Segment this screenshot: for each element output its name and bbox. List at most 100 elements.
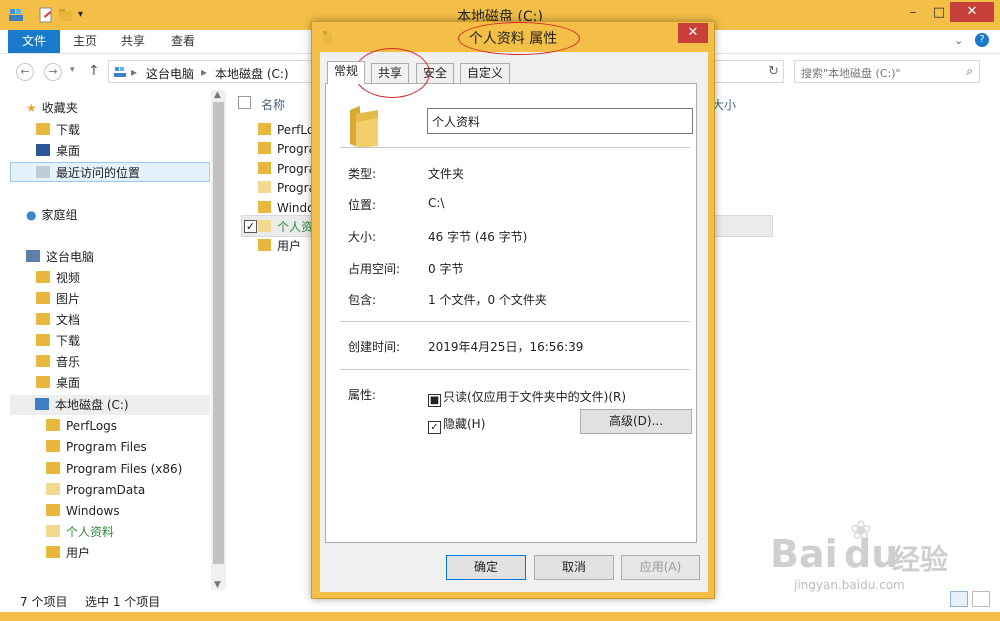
recent-locations-icon[interactable]: ▾: [70, 65, 75, 75]
folder-icon: [46, 546, 60, 558]
details-view-icon[interactable]: [950, 591, 968, 607]
ok-button[interactable]: 确定: [446, 555, 526, 580]
file-name: 用户: [277, 239, 302, 253]
nav-homegroup[interactable]: ● 家庭组: [26, 205, 78, 225]
column-name[interactable]: 名称: [261, 96, 285, 113]
nav-label: PerfLogs: [66, 419, 118, 433]
divider: [340, 369, 690, 370]
breadcrumb-separator: ▸: [131, 65, 138, 79]
back-arrow-icon[interactable]: ←: [16, 63, 34, 81]
nav-program-files-x86[interactable]: Program Files (x86): [46, 459, 182, 479]
scroll-up-icon[interactable]: ▲: [214, 90, 221, 100]
tab-general[interactable]: 常规: [327, 61, 366, 84]
nav-drive-c[interactable]: 本地磁盘 (C:): [10, 395, 210, 415]
nav-desktop[interactable]: 桌面: [36, 141, 80, 161]
nav-this-pc[interactable]: 这台电脑: [26, 247, 94, 267]
nav-recent[interactable]: 最近访问的位置: [10, 162, 210, 182]
nav-desktop-pc[interactable]: 桌面: [36, 373, 80, 393]
file-row[interactable]: Progra: [258, 139, 316, 159]
nav-label: 桌面: [56, 144, 81, 158]
hidden-folder-icon: [258, 220, 271, 232]
nav-label: 用户: [66, 546, 91, 560]
ribbon-tab-view[interactable]: 查看: [171, 30, 195, 53]
file-name: Windo: [277, 201, 315, 215]
nav-personal[interactable]: 个人资料: [46, 522, 114, 542]
contains-value: 1 个文件，0 个文件夹: [428, 293, 547, 307]
dialog-close-button[interactable]: ✕: [678, 23, 708, 43]
nav-programdata[interactable]: ProgramData: [46, 480, 145, 500]
select-all-checkbox[interactable]: [238, 96, 251, 109]
nav-label: Program Files: [66, 440, 147, 454]
hidden-checkbox[interactable]: ✓ 隐藏(H): [428, 415, 485, 434]
hidden-box[interactable]: ✓: [428, 421, 441, 434]
computer-icon: [26, 250, 40, 262]
nav-videos[interactable]: 视频: [36, 268, 80, 288]
up-arrow-icon[interactable]: ↑: [88, 63, 100, 79]
desktop-folder-icon: [36, 376, 50, 388]
cancel-button[interactable]: 取消: [534, 555, 614, 580]
file-row[interactable]: Progra: [258, 178, 316, 198]
nav-pictures[interactable]: 图片: [36, 289, 80, 309]
breadcrumb-separator: ▸: [201, 65, 208, 79]
file-row-selected[interactable]: 个人资: [258, 217, 313, 237]
nav-label: 收藏夹: [41, 101, 78, 115]
watermark-brand-cn: 经验: [892, 543, 949, 576]
nav-label: 最近访问的位置: [56, 166, 141, 180]
file-row[interactable]: PerfLo: [258, 120, 314, 140]
file-row[interactable]: Windo: [258, 198, 315, 218]
breadcrumb-drive[interactable]: 本地磁盘 (C:): [215, 65, 289, 82]
refresh-icon[interactable]: ↻: [768, 64, 779, 79]
nav-scrollbar[interactable]: ▲ ▼: [211, 90, 226, 590]
readonly-checkbox[interactable]: ■ 只读(仅应用于文件夹中的文件)(R): [428, 388, 626, 407]
file-row[interactable]: Progra: [258, 159, 316, 179]
ribbon-tab-share[interactable]: 共享: [121, 30, 145, 53]
readonly-box[interactable]: ■: [428, 394, 441, 407]
forward-arrow-icon[interactable]: →: [44, 63, 62, 81]
breadcrumb-this-pc[interactable]: 这台电脑: [146, 65, 194, 82]
folder-name-input[interactable]: 个人资料: [427, 108, 693, 134]
hidden-folder-icon: [46, 525, 60, 537]
nav-label: Windows: [66, 504, 120, 518]
pictures-folder-icon: [36, 292, 50, 304]
advanced-button[interactable]: 高级(D)...: [580, 409, 692, 434]
folder-icon: [46, 462, 60, 474]
row-checkbox[interactable]: ✓: [244, 220, 257, 233]
help-icon[interactable]: ?: [975, 33, 989, 47]
search-input[interactable]: 搜索"本地磁盘 (C:)" ⌕: [794, 60, 980, 83]
nav-windows[interactable]: Windows: [46, 501, 120, 521]
tab-custom[interactable]: 自定义: [460, 63, 511, 83]
nav-program-files[interactable]: Program Files: [46, 437, 147, 457]
search-icon[interactable]: ⌕: [966, 64, 973, 79]
location-value: C:\: [428, 196, 445, 210]
nav-label: 本地磁盘 (C:): [55, 398, 129, 412]
minimize-button[interactable]: –: [900, 4, 926, 22]
nav-downloads[interactable]: 下载: [36, 120, 80, 140]
apply-button[interactable]: 应用(A): [621, 555, 700, 580]
ribbon-tab-home[interactable]: 主页: [73, 30, 97, 53]
large-icons-view-icon[interactable]: [972, 591, 990, 607]
size-value: 46 字节 (46 字节): [428, 230, 528, 244]
nav-downloads-pc[interactable]: 下载: [36, 331, 80, 351]
desktop-icon: [36, 144, 50, 156]
pc-icon: [113, 65, 127, 82]
nav-label: 下载: [56, 334, 81, 348]
maximize-button[interactable]: □: [926, 4, 952, 22]
hidden-folder-icon: [46, 483, 60, 495]
nav-label: ProgramData: [66, 483, 146, 497]
scrollbar-thumb[interactable]: [213, 102, 224, 564]
column-size[interactable]: 大小: [712, 96, 736, 113]
expand-ribbon-icon[interactable]: ⌄: [954, 34, 963, 47]
folder-icon: [258, 201, 271, 213]
nav-music[interactable]: 音乐: [36, 352, 80, 372]
file-row[interactable]: 用户: [258, 236, 301, 256]
drive-icon: [35, 398, 49, 410]
scroll-down-icon[interactable]: ▼: [214, 580, 221, 590]
nav-label: 文档: [56, 313, 81, 327]
close-button[interactable]: ✕: [950, 2, 994, 22]
ribbon-tab-file[interactable]: 文件: [8, 30, 60, 53]
nav-perflogs[interactable]: PerfLogs: [46, 416, 117, 436]
nav-favorites[interactable]: ★ 收藏夹: [26, 98, 78, 118]
nav-documents[interactable]: 文档: [36, 310, 80, 330]
nav-label: Program Files (x86): [66, 462, 183, 476]
nav-users[interactable]: 用户: [46, 543, 90, 563]
